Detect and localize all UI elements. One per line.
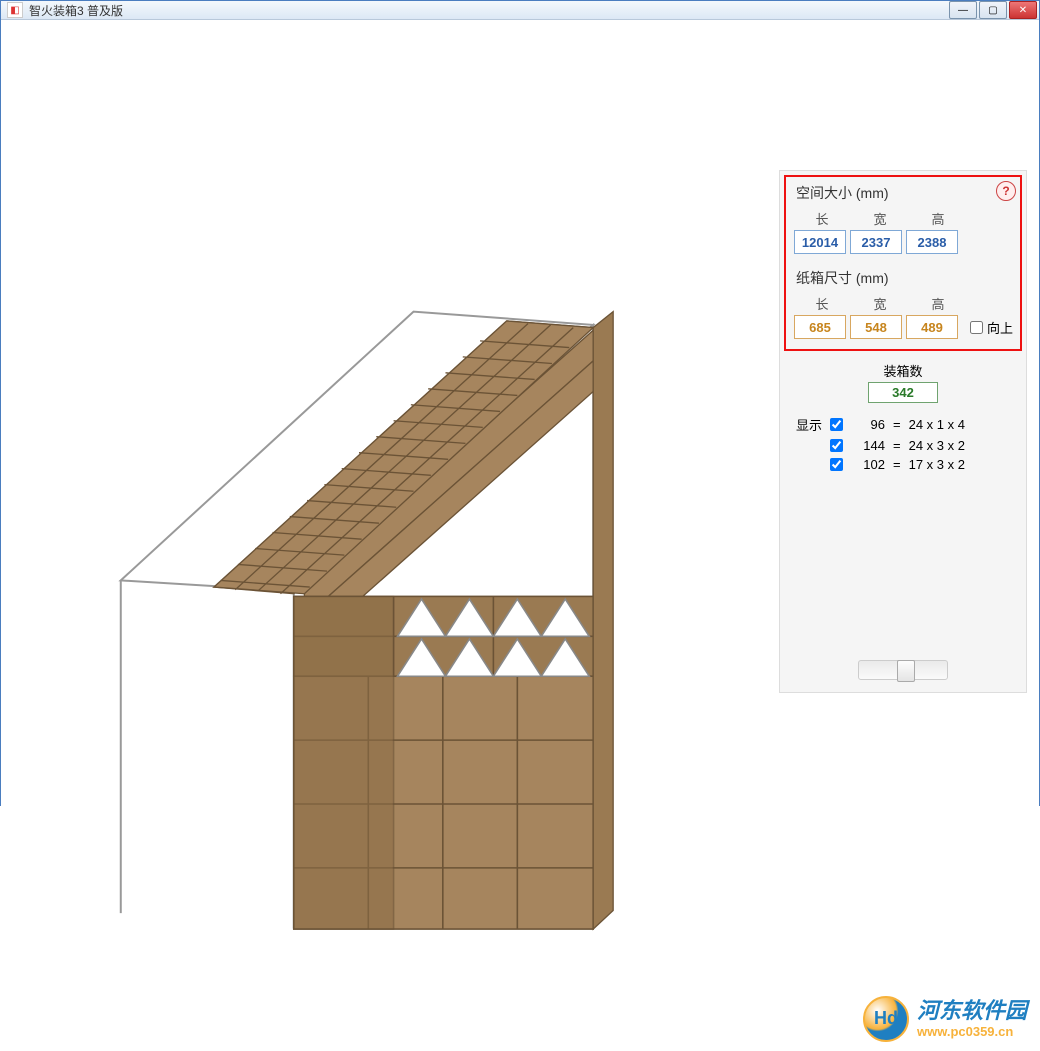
display-label: 显示: [790, 415, 822, 434]
space-size-group: 空间大小 (mm) 长 宽 高: [790, 183, 1016, 254]
app-icon: ◧: [7, 2, 23, 18]
count-value: 342: [868, 382, 938, 403]
control-panel: ? 空间大小 (mm) 长 宽 高 纸箱尺寸 (m: [779, 170, 1027, 693]
window-title: 智火装箱3 普及版: [29, 2, 949, 19]
close-button[interactable]: ✕: [1009, 1, 1037, 19]
equals-sign: =: [893, 457, 901, 472]
label-width: 宽: [854, 294, 906, 313]
display-row-count: 144: [851, 438, 885, 453]
watermark-text: 河东软件园 www.pc0359.cn: [917, 998, 1027, 1040]
display-row: 显示 96 = 24 x 1 x 4: [790, 413, 1020, 436]
display-row-checkbox[interactable]: [830, 418, 843, 431]
display-row-expr: 24 x 1 x 4: [909, 417, 965, 432]
display-row-checkbox[interactable]: [830, 439, 843, 452]
box-dim-inputs: [790, 315, 958, 339]
label-length: 长: [796, 294, 848, 313]
box-size-title: 纸箱尺寸 (mm): [790, 268, 1016, 288]
slider-area: [786, 654, 1020, 686]
display-row-expr: 24 x 3 x 2: [909, 438, 965, 453]
watermark-name: 河东软件园: [917, 998, 1027, 1024]
box-length-input[interactable]: [794, 315, 846, 339]
watermark-url: www.pc0359.cn: [917, 1024, 1027, 1040]
space-dim-inputs: [790, 230, 1016, 254]
minimize-button[interactable]: —: [949, 1, 977, 19]
label-length: 长: [796, 209, 848, 228]
display-row-expr: 17 x 3 x 2: [909, 457, 965, 472]
help-button[interactable]: ?: [996, 181, 1016, 201]
box-size-group: 纸箱尺寸 (mm) 长 宽 高 向上: [790, 268, 1016, 339]
highlighted-input-group: 空间大小 (mm) 长 宽 高 纸箱尺寸 (mm) 长: [784, 175, 1022, 351]
app-window: ◧ 智火装箱3 普及版 — ▢ ✕: [0, 0, 1040, 806]
equals-sign: =: [893, 438, 901, 453]
box-width-input[interactable]: [850, 315, 902, 339]
space-size-title: 空间大小 (mm): [790, 183, 1016, 203]
count-title: 装箱数: [786, 361, 1020, 380]
equals-sign: =: [893, 417, 901, 432]
titlebar[interactable]: ◧ 智火装箱3 普及版 — ▢ ✕: [1, 1, 1039, 20]
slider-thumb[interactable]: [897, 660, 915, 682]
watermark-logo-icon: Hd: [863, 996, 909, 1042]
label-width: 宽: [854, 209, 906, 228]
box-height-input[interactable]: [906, 315, 958, 339]
display-row: 102 = 17 x 3 x 2: [790, 455, 1020, 474]
window-controls: — ▢ ✕: [949, 1, 1037, 19]
space-length-input[interactable]: [794, 230, 846, 254]
display-row-count: 96: [851, 417, 885, 432]
upright-option[interactable]: 向上: [970, 318, 1013, 337]
label-height: 高: [912, 294, 964, 313]
display-row-checkbox[interactable]: [830, 458, 843, 471]
space-width-input[interactable]: [850, 230, 902, 254]
display-rows: 显示 96 = 24 x 1 x 4 144 = 24 x 3 x 2 102: [786, 413, 1020, 474]
label-height: 高: [912, 209, 964, 228]
display-row-count: 102: [851, 457, 885, 472]
display-row: 144 = 24 x 3 x 2: [790, 436, 1020, 455]
watermark: Hd 河东软件园 www.pc0359.cn: [863, 996, 1027, 1042]
upright-checkbox[interactable]: [970, 321, 983, 334]
content-area: ? 空间大小 (mm) 长 宽 高 纸箱尺寸 (m: [1, 20, 1039, 1048]
maximize-button[interactable]: ▢: [979, 1, 1007, 19]
count-group: 装箱数 342: [786, 361, 1020, 403]
space-height-input[interactable]: [906, 230, 958, 254]
opacity-slider[interactable]: [858, 660, 948, 680]
space-dim-labels: 长 宽 高: [790, 207, 1016, 230]
upright-label: 向上: [987, 318, 1013, 337]
box-dim-labels: 长 宽 高: [790, 292, 1016, 315]
